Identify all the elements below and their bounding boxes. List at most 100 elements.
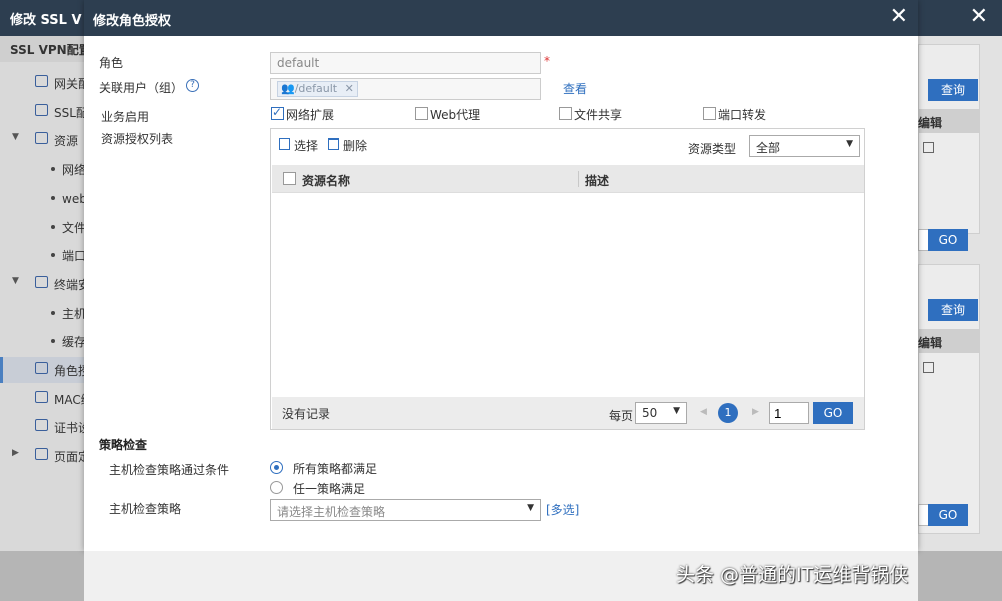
sidebar-item[interactable]: ▼ 资源 <box>0 127 84 153</box>
chevron-right-icon[interactable]: ▶ <box>12 448 19 458</box>
sidebar-item[interactable]: 缓存清除 <box>0 328 84 354</box>
bullet-icon <box>51 253 55 257</box>
edit-icon[interactable] <box>923 142 934 153</box>
sidebar-item-label: 主机检查 <box>62 307 84 321</box>
edit-column-header: 编辑 <box>918 329 980 353</box>
sidebar-item[interactable]: 主机检查 <box>0 300 84 326</box>
radio-any-policy[interactable] <box>270 481 283 494</box>
menu-icon <box>35 419 48 431</box>
sidebar-item[interactable]: 网关配置 <box>0 70 84 96</box>
select-all-checkbox[interactable] <box>283 172 296 185</box>
go-button[interactable]: GO <box>928 229 968 251</box>
sidebar-item-label: 资源 <box>54 134 79 148</box>
sidebar-item[interactable]: ▶ 页面定制 <box>0 443 84 469</box>
chevron-down-icon[interactable]: ▼ <box>12 132 19 142</box>
sidebar-item[interactable]: 网络扩展 <box>0 156 84 182</box>
condition-label: 主机检查策略通过条件 <box>109 463 230 477</box>
per-page-select[interactable]: 50 ▼ <box>635 402 687 424</box>
chevron-down-icon[interactable]: ▼ <box>12 276 19 286</box>
query-button[interactable]: 查询 <box>928 79 978 101</box>
checkbox-file-share[interactable] <box>559 107 572 120</box>
background-panel-top <box>918 44 980 234</box>
tag-remove-icon[interactable]: ✕ <box>345 82 354 95</box>
edit-role-modal: 修改角色授权 ✕ 角色 * 关联用户（组） ? 👥/default ✕ 查看 业… <box>84 0 918 551</box>
chevron-down-icon: ▼ <box>527 503 534 513</box>
role-input[interactable] <box>270 52 541 74</box>
option-label: Web代理 <box>430 108 481 122</box>
option-label: 端口转发 <box>718 108 767 122</box>
sidebar-item-label: SSL配置 <box>54 106 84 120</box>
column-description: 描述 <box>585 174 610 188</box>
query-button[interactable]: 查询 <box>928 299 978 321</box>
multi-select-link[interactable]: [多选] <box>546 501 579 518</box>
sidebar-item-label: 终端安全 <box>54 278 84 292</box>
resource-type-select[interactable]: 全部 ▼ <box>749 135 860 157</box>
resource-type-label: 资源类型 <box>688 142 737 156</box>
menu-icon <box>35 104 48 116</box>
associated-user-field[interactable]: 👥/default ✕ <box>270 78 541 100</box>
checkbox-port-forward[interactable] <box>703 107 716 120</box>
empty-text: 没有记录 <box>282 407 331 421</box>
table-header: 资源名称 描述 <box>272 165 864 193</box>
policy-section-title: 策略检查 <box>99 438 148 452</box>
menu-icon <box>35 75 48 87</box>
view-link[interactable]: 查看 <box>563 80 587 97</box>
sidebar-item-label: 缓存清除 <box>62 335 84 349</box>
option-label: 网络扩展 <box>286 108 335 122</box>
services-label: 业务启用 <box>101 110 150 124</box>
menu-icon <box>35 448 48 460</box>
menu-icon <box>35 132 48 144</box>
chevron-down-icon: ▼ <box>673 406 680 416</box>
sidebar-header: SSL VPN配置 <box>0 36 91 62</box>
sidebar-item[interactable]: ▼ 终端安全 <box>0 271 84 297</box>
checkbox-network-extension[interactable] <box>271 105 284 120</box>
bullet-icon <box>51 339 55 343</box>
sidebar-item[interactable]: MAC绑定 <box>0 386 84 412</box>
bullet-icon <box>51 311 55 315</box>
sidebar-item[interactable]: 证书设置 <box>0 414 84 440</box>
sidebar-item[interactable]: SSL配置 <box>0 99 84 125</box>
next-page-icon[interactable]: ▶ <box>752 407 759 417</box>
sidebar-item-label: 角色授权 <box>54 364 84 378</box>
menu-icon <box>35 276 48 288</box>
role-label: 角色 <box>99 56 124 70</box>
menu-icon <box>35 391 48 403</box>
associated-user-label: 关联用户（组） <box>99 81 184 95</box>
sidebar-item-label: 页面定制 <box>54 450 84 464</box>
edit-icon[interactable] <box>923 362 934 373</box>
go-button[interactable]: GO <box>928 504 968 526</box>
select-icon <box>279 138 290 150</box>
per-page-label: 每页 <box>609 409 634 423</box>
policy-select[interactable]: 请选择主机检查策略 ▼ <box>270 499 541 521</box>
sidebar-item-label: 网络扩展 <box>62 163 84 177</box>
modal-close-icon[interactable]: ✕ <box>890 4 908 29</box>
resource-list-box: 选择 删除 资源类型 全部 ▼ 资源名称 描述 没有记录 每页 50 ▼ ◀ 1… <box>270 128 865 430</box>
menu-icon <box>35 362 48 374</box>
sidebar-item-label: 网关配置 <box>54 77 84 91</box>
sidebar-item[interactable]: 角色授权 <box>0 357 84 383</box>
user-group-icon: 👥 <box>281 82 295 95</box>
bullet-icon <box>51 167 55 171</box>
sidebar-item[interactable]: 文件共享 <box>0 214 84 240</box>
radio-all-policies[interactable] <box>270 461 283 474</box>
prev-page-icon[interactable]: ◀ <box>700 407 707 417</box>
checkbox-web-proxy[interactable] <box>415 107 428 120</box>
chevron-down-icon: ▼ <box>846 139 853 149</box>
trash-icon <box>328 138 339 150</box>
background-right-panel: 查询 编辑 GO 查询 编辑 GO <box>918 36 1002 551</box>
background-sidebar: SSL VPN配置 网关配置 SSL配置 ▼ 资源网络扩展 web代理文件共享端口转发 ▼… <box>0 36 91 601</box>
sidebar-item-label: 文件共享 <box>62 221 84 235</box>
background-close-icon[interactable]: ✕ <box>970 4 988 29</box>
option-label: 文件共享 <box>574 108 623 122</box>
go-button[interactable]: GO <box>813 402 853 424</box>
bullet-icon <box>51 225 55 229</box>
sidebar-item[interactable]: web代理 <box>0 185 84 211</box>
required-mark: * <box>544 54 550 68</box>
modal-header: 修改角色授权 ✕ <box>84 0 918 36</box>
page-number-input[interactable] <box>769 402 809 424</box>
sidebar-item[interactable]: 端口转发 <box>0 242 84 268</box>
help-icon[interactable]: ? <box>186 79 199 92</box>
sidebar-item-label: web代理 <box>62 192 84 206</box>
resource-list-label: 资源授权列表 <box>101 132 174 146</box>
current-page[interactable]: 1 <box>718 403 738 423</box>
